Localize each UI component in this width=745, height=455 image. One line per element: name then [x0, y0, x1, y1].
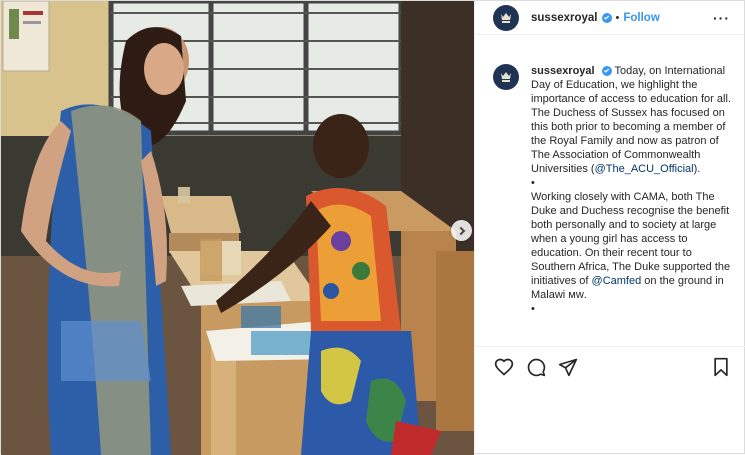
royal-crest-icon: [501, 72, 511, 82]
mention-camfed-link[interactable]: @Camfed: [592, 275, 642, 287]
save-button[interactable]: [711, 357, 731, 377]
follow-button[interactable]: Follow: [623, 12, 659, 24]
caption-paragraph-2: Working closely with CAMA, both The Duke…: [531, 191, 731, 287]
comment-button[interactable]: [526, 357, 546, 377]
caption-paragraph-1: Today, on International Day of Education…: [531, 65, 731, 175]
caption-bullet: •: [531, 303, 535, 315]
verified-badge-icon: [601, 12, 612, 23]
classroom-photo-illustration: [1, 1, 474, 455]
post-header: sussexroyal • Follow ···: [475, 1, 744, 35]
verified-badge-icon: [601, 65, 612, 76]
post-sidebar: sussexroyal • Follow ··· sussexroyal Tod…: [474, 1, 745, 455]
like-button[interactable]: [494, 357, 514, 377]
royal-crest-icon: [501, 12, 511, 23]
caption-section: sussexroyal Today, on International Day …: [475, 36, 745, 344]
instagram-post: sussexroyal • Follow ··· sussexroyal Tod…: [0, 0, 745, 455]
username-link[interactable]: sussexroyal: [531, 12, 598, 24]
avatar[interactable]: [493, 4, 519, 31]
post-footer-blank: [475, 386, 745, 455]
separator-dot: •: [615, 11, 620, 24]
mention-acu-link[interactable]: @The_ACU_Official: [595, 163, 694, 175]
post-photo[interactable]: [1, 1, 474, 455]
chevron-right-icon: [456, 226, 465, 235]
paper-plane-icon: [558, 358, 578, 376]
caption-username[interactable]: sussexroyal: [531, 65, 595, 77]
comment-icon: [527, 358, 546, 376]
caption-paragraph-1-end: ).: [693, 163, 701, 175]
caption-text: sussexroyal Today, on International Day …: [531, 64, 737, 344]
next-image-button[interactable]: [451, 220, 472, 241]
caption-avatar[interactable]: [493, 64, 519, 90]
more-options-button[interactable]: ···: [713, 10, 730, 26]
bookmark-icon: [714, 357, 728, 376]
caption-bullet: •: [531, 177, 535, 189]
action-bar: [475, 346, 745, 386]
heart-icon: [494, 358, 514, 376]
share-button[interactable]: [558, 357, 578, 377]
